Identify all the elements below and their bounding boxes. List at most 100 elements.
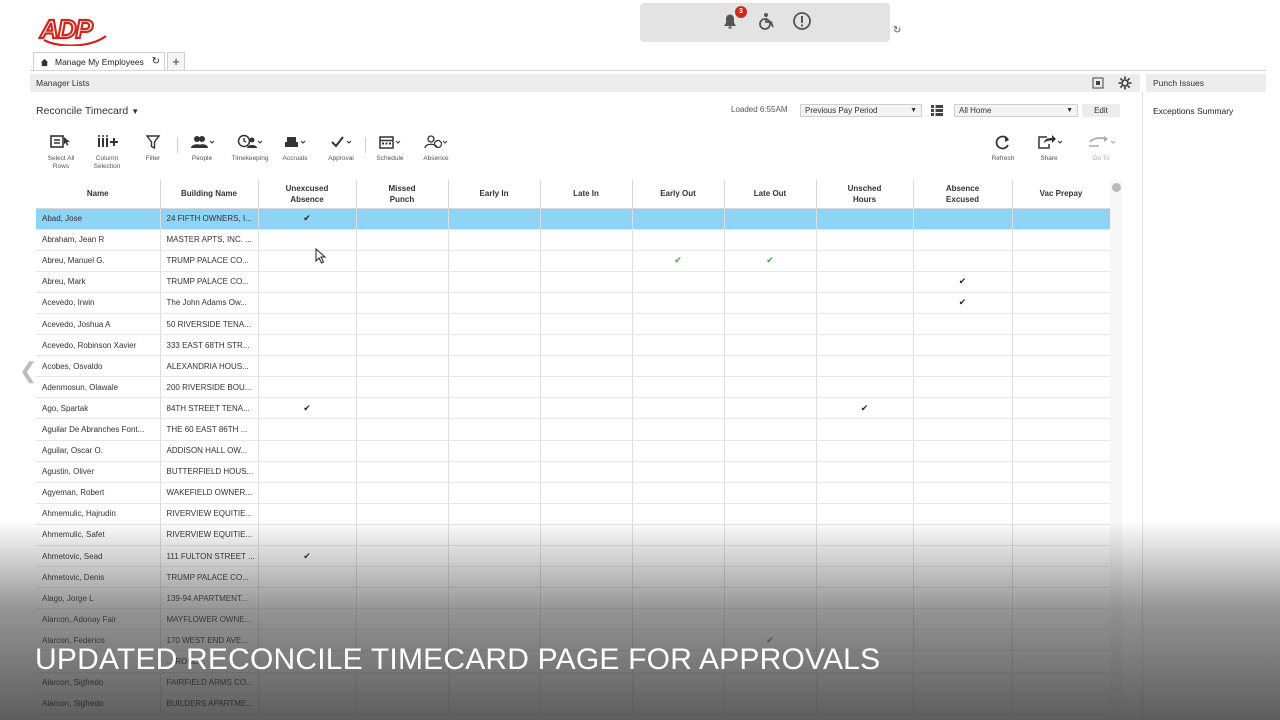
exception-cell-absence-excused[interactable]: ✔ <box>913 271 1013 293</box>
alert-icon[interactable] <box>792 11 812 31</box>
approval-button[interactable]: Approval <box>324 134 358 163</box>
exception-cell-unsched[interactable] <box>816 482 914 504</box>
exception-cell-unsched[interactable] <box>816 292 914 314</box>
exception-cell-early-in[interactable] <box>448 229 541 251</box>
exception-cell-unexcused[interactable] <box>258 355 357 378</box>
exception-cell-early-in[interactable] <box>448 208 541 230</box>
exception-cell-late-out[interactable] <box>724 376 817 399</box>
exception-cell-missed[interactable] <box>356 376 449 399</box>
exception-cell-vac-prepay[interactable] <box>1012 292 1110 314</box>
employee-name-cell[interactable]: Acevedo, Joshua A <box>36 313 161 336</box>
exception-cell-unsched[interactable] <box>816 418 914 441</box>
table-row[interactable]: Abreu, Mark TRUMP PALACE CO... ✔ <box>36 271 1110 293</box>
building-name-cell[interactable]: The John Adams Ow... <box>160 292 259 314</box>
exception-cell-early-in[interactable] <box>448 482 541 504</box>
column-header-early-out[interactable]: Early Out <box>632 180 725 209</box>
accessibility-icon[interactable] <box>756 11 776 31</box>
exception-cell-late-in[interactable] <box>540 397 633 420</box>
exception-cell-late-out[interactable] <box>724 271 817 293</box>
exception-cell-unsched[interactable] <box>816 440 914 462</box>
exception-cell-unsched[interactable] <box>816 334 914 357</box>
column-header-name[interactable]: Name <box>36 180 161 209</box>
exception-cell-unexcused[interactable] <box>258 250 357 272</box>
exception-cell-early-out[interactable] <box>632 313 725 336</box>
exception-cell-vac-prepay[interactable] <box>1012 271 1110 293</box>
exception-cell-absence-excused[interactable] <box>913 334 1013 357</box>
exception-cell-early-in[interactable] <box>448 418 541 441</box>
location-select[interactable]: All Home ▼ <box>954 104 1078 117</box>
exception-cell-missed[interactable] <box>356 461 449 483</box>
employee-name-cell[interactable]: Acobes, Osvaldo <box>36 355 161 378</box>
exception-cell-missed[interactable] <box>356 292 449 314</box>
share-button[interactable]: Share <box>1032 134 1066 163</box>
exception-cell-early-in[interactable] <box>448 271 541 293</box>
exception-cell-late-in[interactable] <box>540 440 633 462</box>
exception-cell-early-out[interactable] <box>632 208 725 230</box>
exception-cell-late-in[interactable] <box>540 313 633 336</box>
exception-cell-absence-excused[interactable] <box>913 376 1013 399</box>
people-button[interactable]: People <box>186 134 218 163</box>
column-header-late-in[interactable]: Late In <box>540 180 633 209</box>
exception-cell-unexcused[interactable] <box>258 376 357 399</box>
building-name-cell[interactable]: THE 60 EAST 86TH ... <box>160 418 259 441</box>
building-name-cell[interactable]: 84TH STREET TENA... <box>160 397 259 420</box>
exception-cell-absence-excused[interactable] <box>913 397 1013 420</box>
exception-cell-missed[interactable] <box>356 440 449 462</box>
exception-cell-unexcused[interactable] <box>258 334 357 357</box>
tab-refresh-icon[interactable]: ↻ <box>152 56 160 67</box>
accruals-button[interactable]: Accruals <box>278 134 312 163</box>
exception-cell-vac-prepay[interactable] <box>1012 482 1110 504</box>
exception-cell-early-out[interactable] <box>632 461 725 483</box>
page-title[interactable]: Reconcile Timecard ▼ <box>36 105 139 117</box>
column-header-unsched-hours[interactable]: Unsched Hours <box>816 180 914 209</box>
building-name-cell[interactable]: MASTER APTS, INC. ... <box>160 229 259 251</box>
exception-cell-missed[interactable] <box>356 482 449 504</box>
layout-icon[interactable] <box>1092 77 1104 89</box>
exception-cell-absence-excused[interactable] <box>913 229 1013 251</box>
employee-name-cell[interactable]: Aguilar, Oscar O. <box>36 440 161 462</box>
building-name-cell[interactable]: 50 RIVERSIDE TENA... <box>160 313 259 336</box>
exception-cell-missed[interactable] <box>356 229 449 251</box>
table-row[interactable]: Ago, Spartak 84TH STREET TENA... ✔ ✔ <box>36 397 1110 420</box>
go-to-button[interactable]: Go To <box>1084 134 1118 163</box>
refresh-button[interactable]: Refresh <box>986 134 1020 163</box>
exception-cell-late-out[interactable] <box>724 313 817 336</box>
exception-cell-late-out[interactable]: ✔ <box>724 250 817 272</box>
building-name-cell[interactable]: ALEXANDRIA HOUS... <box>160 355 259 378</box>
exception-cell-early-out[interactable] <box>632 334 725 357</box>
exception-cell-absence-excused[interactable] <box>913 461 1013 483</box>
exception-cell-late-in[interactable] <box>540 334 633 357</box>
exception-cell-vac-prepay[interactable] <box>1012 313 1110 336</box>
exception-cell-late-in[interactable] <box>540 418 633 441</box>
exception-cell-unsched[interactable] <box>816 229 914 251</box>
column-selection-button[interactable]: Column Selection <box>88 134 126 171</box>
exception-cell-late-in[interactable] <box>540 482 633 504</box>
exception-cell-unexcused[interactable] <box>258 229 357 251</box>
employee-name-cell[interactable]: Aguilar De Abranches Font... <box>36 418 161 441</box>
gear-icon[interactable] <box>1118 76 1132 90</box>
exception-cell-unsched[interactable] <box>816 250 914 272</box>
exception-cell-late-out[interactable] <box>724 482 817 504</box>
exception-cell-early-out[interactable] <box>632 418 725 441</box>
exception-cell-missed[interactable] <box>356 397 449 420</box>
exception-cell-late-out[interactable] <box>724 418 817 441</box>
exception-cell-late-in[interactable] <box>540 292 633 314</box>
exception-cell-late-in[interactable] <box>540 376 633 399</box>
building-name-cell[interactable]: TRUMP PALACE CO... <box>160 271 259 293</box>
exception-cell-unexcused[interactable]: ✔ <box>258 397 357 420</box>
employee-name-cell[interactable]: Agyeman, Robert <box>36 482 161 504</box>
exception-cell-vac-prepay[interactable] <box>1012 208 1110 230</box>
building-name-cell[interactable]: ADDISON HALL OW... <box>160 440 259 462</box>
schedule-button[interactable]: Schedule <box>372 134 408 163</box>
exception-cell-late-in[interactable] <box>540 355 633 378</box>
exception-cell-absence-excused[interactable] <box>913 355 1013 378</box>
exception-cell-early-out[interactable] <box>632 292 725 314</box>
exception-cell-late-out[interactable] <box>724 208 817 230</box>
exceptions-summary-link[interactable]: Exceptions Summary <box>1146 106 1266 116</box>
scrollbar-thumb[interactable] <box>1112 183 1121 192</box>
exception-cell-late-in[interactable] <box>540 461 633 483</box>
exception-cell-unexcused[interactable] <box>258 292 357 314</box>
exception-cell-missed[interactable] <box>356 313 449 336</box>
column-header-absence-excused[interactable]: Absence Excused <box>913 180 1013 209</box>
exception-cell-vac-prepay[interactable] <box>1012 250 1110 272</box>
